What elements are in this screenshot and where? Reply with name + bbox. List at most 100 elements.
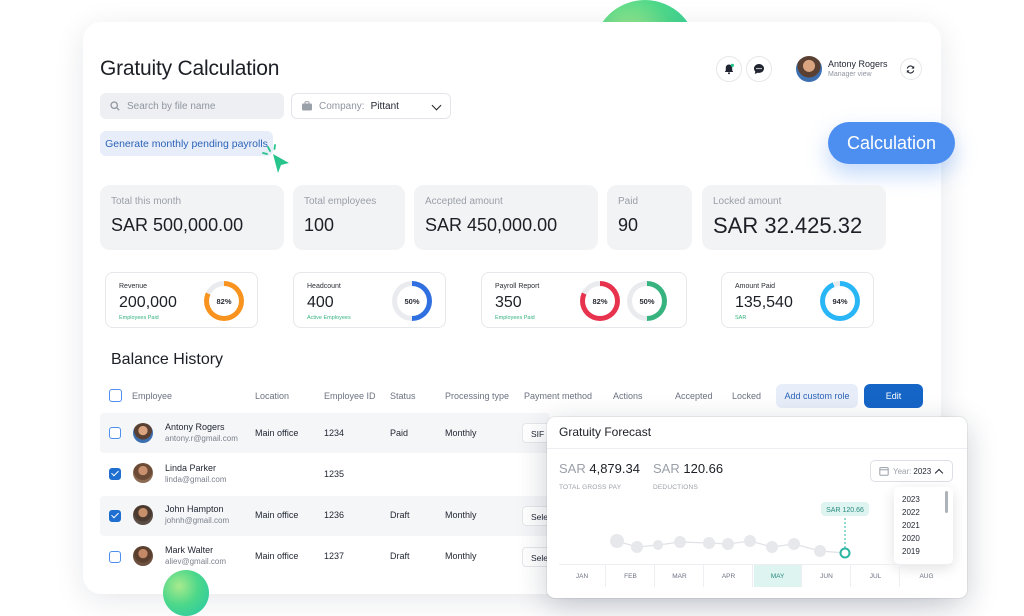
chart-point [631,541,643,553]
month-axis: JAN FEB MAR APR MAY JUN JUL AUG [559,564,952,587]
employee-info: Antony Rogers antony.r@gmail.com [165,422,238,443]
kpi-headcount: Headcount 400 Active Employees 50% [293,272,446,328]
chart-point [744,535,756,547]
col-employee-id[interactable]: Employee ID [324,391,376,401]
chart-point [788,538,800,550]
id-cell: 1236 [324,510,345,520]
chart-point [814,545,826,557]
user-name: Antony Rogers [828,59,888,69]
col-location[interactable]: Location [255,391,289,401]
add-custom-role-button[interactable]: Add custom role [776,384,858,408]
company-value: Pittant [370,100,399,112]
stat-total-employees: Total employees 100 [293,185,405,250]
cursor-icon [262,144,289,173]
col-status[interactable]: Status [390,391,416,401]
user-profile[interactable]: Antony Rogers Manager view [796,54,924,84]
bell-icon [724,63,734,75]
id-cell: 1234 [324,428,345,438]
employee-info: Linda Parker linda@gmail.com [165,463,227,484]
briefcase-icon [302,101,312,111]
row-checkbox[interactable] [109,427,121,439]
year-select[interactable]: Year: 2023 [870,460,953,482]
kpi-ring: 94% [820,281,860,321]
status-cell: Paid [390,428,409,438]
user-avatar [796,56,822,82]
search-input[interactable]: Search by file name [100,93,284,119]
location-cell: Main office [255,551,299,561]
year-option[interactable]: 2019 [894,545,953,558]
select-all-checkbox[interactable] [109,389,122,402]
company-label: Company: [319,100,365,112]
col-employee[interactable]: Employee [132,391,172,401]
forecast-title: Gratuity Forecast [559,425,652,439]
month-tab[interactable]: JAN [559,565,606,587]
stat-accepted-amount: Accepted amount SAR 450,000.00 [414,185,598,250]
col-payment-method[interactable]: Payment method [524,391,592,401]
status-cell: Draft [390,510,410,520]
section-title: Balance History [111,351,224,368]
id-cell: 1235 [324,469,345,479]
search-icon [110,101,120,111]
user-role: Manager view [828,71,872,78]
col-accepted[interactable]: Accepted [675,391,713,401]
col-locked[interactable]: Locked [732,391,761,401]
kpi-payroll-report: Payroll Report 350 Employees Paid 82% 50… [481,272,687,328]
calendar-icon [879,467,889,476]
divider [547,448,967,449]
location-cell: Main office [255,510,299,520]
employee-avatar [133,546,153,566]
employee-avatar [133,463,153,483]
month-tab[interactable]: AUG [901,565,952,587]
company-select[interactable]: Company: Pittant [291,93,451,119]
deductions-value: SAR 120.66 [653,461,724,476]
month-tab[interactable]: MAR [656,565,704,587]
month-tab[interactable]: JUL [852,565,900,587]
kpi-ring: 82% [204,281,244,321]
highlight-point[interactable] [839,547,851,559]
kpi-ring: 82% [580,281,620,321]
year-option[interactable]: 2021 [894,519,953,532]
kpi-ring: 50% [627,281,667,321]
chevron-down-icon [431,100,442,111]
notification-button[interactable] [716,56,742,82]
stat-locked-amount: Locked amount SAR 32.425.32 [702,185,886,250]
kpi-ring: 50% [392,281,432,321]
employee-info: John Hampton johnh@gmail.com [165,504,230,525]
employee-avatar [133,505,153,525]
year-option[interactable]: 2020 [894,532,953,545]
kpi-amount-paid: Amount Paid 135,540 SAR 94% [721,272,874,328]
page-title: Gratuity Calculation [100,57,280,80]
stat-total-this-month: Total this month SAR 500,000.00 [100,185,284,250]
month-tab[interactable]: APR [705,565,753,587]
month-tab[interactable]: FEB [607,565,655,587]
col-actions[interactable]: Actions [613,391,643,401]
gross-pay-value: SAR 4,879.34 [559,461,640,476]
chevron-up-icon [934,468,944,478]
gratuity-forecast-panel: Gratuity Forecast SAR 4,879.34 TOTAL GRO… [547,417,967,598]
month-tab[interactable]: JUN [803,565,851,587]
chat-icon [754,64,764,74]
location-cell: Main office [255,428,299,438]
messages-button[interactable] [746,56,772,82]
type-cell: Monthly [445,551,477,561]
chart-point [674,536,686,548]
type-cell: Monthly [445,428,477,438]
dropdown-scrollbar[interactable] [945,491,948,513]
calculation-button[interactable]: Calculation [828,122,955,164]
id-cell: 1237 [324,551,345,561]
switch-view-button[interactable] [899,58,922,80]
year-value: 2023 [913,466,932,476]
chart-point [722,538,734,550]
edit-button[interactable]: Edit [864,384,923,408]
chart-point [653,540,663,550]
row-checkbox[interactable] [109,551,121,563]
deductions-label: DEDUCTIONS [653,484,698,491]
status-cell: Draft [390,551,410,561]
row-checkbox[interactable] [109,468,121,480]
col-processing-type[interactable]: Processing type [445,391,509,401]
row-checkbox[interactable] [109,510,121,522]
tooltip-text: SAR 120.66 [826,507,864,514]
generate-payrolls-button[interactable]: Generate monthly pending payrolls [100,131,273,156]
month-tab-selected[interactable]: MAY [754,565,802,587]
chart-point [766,541,778,553]
